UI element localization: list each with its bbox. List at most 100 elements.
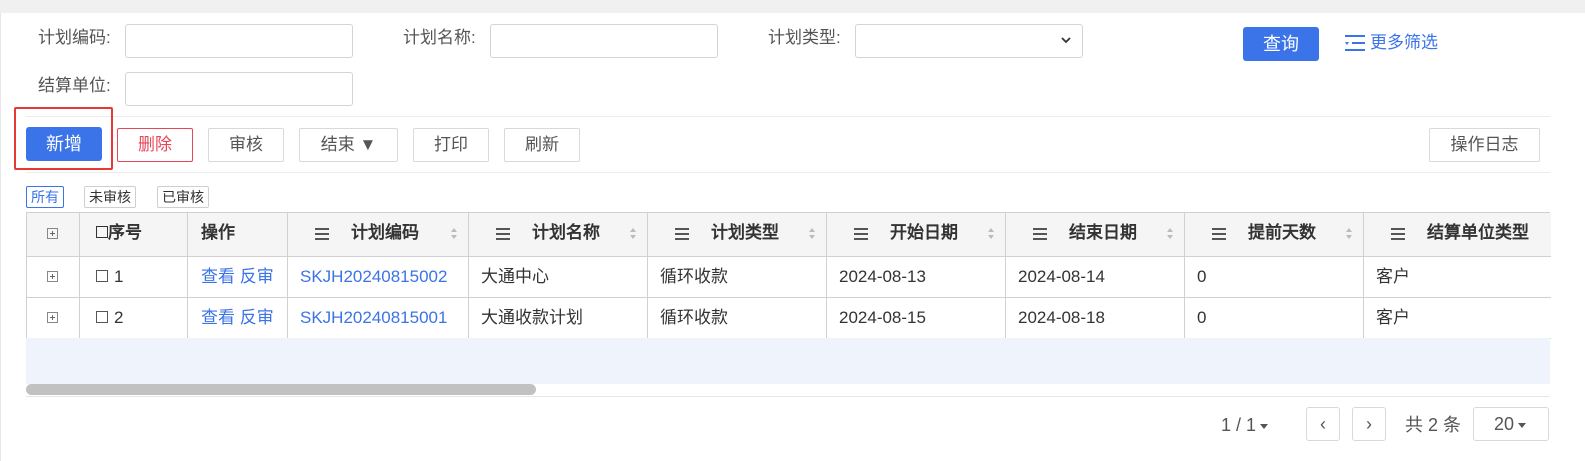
checkbox-icon[interactable] [96,311,108,324]
header-name[interactable]: 计划名称 [469,213,648,257]
pager-divider [26,396,1550,397]
page-size-select[interactable]: 20 [1473,407,1549,441]
expand-icon [47,228,58,239]
plan-code-input[interactable] [125,24,353,58]
header-seq: 序号 [80,213,188,257]
next-page-button[interactable]: › [1352,407,1386,441]
row-expand[interactable] [27,257,80,298]
checkbox-icon[interactable] [96,270,108,283]
plan-name-input[interactable] [490,24,718,58]
more-filter-link[interactable]: 更多筛选 [1344,31,1438,55]
table-cell-op: 查看 反审 [188,298,288,339]
column-menu-icon[interactable] [1033,227,1047,240]
page-indicator[interactable]: 1 / 1 [1221,413,1269,437]
tab-all[interactable]: 所有 [26,186,64,208]
add-button[interactable]: 新增 [26,127,102,161]
operation-log-button[interactable]: 操作日志 [1429,128,1540,162]
table-cell-end: 2024-08-18 [1006,298,1185,339]
header-op: 操作 [188,213,288,257]
settle-unit-label: 结算单位: [38,76,111,95]
header-type[interactable]: 计划类型 [648,213,827,257]
page-indicator-label: 1 / 1 [1221,415,1257,435]
caret-down-icon [1518,422,1527,428]
horizontal-scrollbar-thumb[interactable] [26,384,536,395]
column-menu-icon[interactable] [315,227,329,240]
table-cell-code[interactable]: SKJH20240815001 [288,298,469,339]
table-cell-seq: 1 [80,257,188,298]
header-advance-label: 提前天数 [1248,223,1316,242]
table-cell-start: 2024-08-13 [827,257,1006,298]
plan-code-label: 计划编码: [38,28,111,47]
prev-page-button[interactable]: ‹ [1306,407,1340,441]
page-size-label: 20 [1494,414,1515,434]
table-cell-start: 2024-08-15 [827,298,1006,339]
print-button[interactable]: 打印 [413,128,489,162]
header-start-label: 开始日期 [890,223,958,242]
row-seq: 2 [114,308,124,327]
column-menu-icon[interactable] [1391,227,1405,240]
tab-audited[interactable]: 已审核 [157,186,209,208]
header-name-label: 计划名称 [532,223,600,242]
sort-icon[interactable] [450,227,458,240]
column-menu-icon[interactable] [496,227,510,240]
expand-all-header[interactable] [27,213,80,257]
refresh-button[interactable]: 刷新 [504,128,580,162]
sort-icon[interactable] [987,227,995,240]
plan-type-label: 计划类型: [768,28,841,47]
delete-button[interactable]: 删除 [117,128,193,162]
header-unit-type-label: 结算单位类型 [1427,223,1529,242]
header-code[interactable]: 计划编码 [288,213,469,257]
table-cell-type: 循环收款 [648,298,827,339]
plan-type-select[interactable] [855,24,1083,58]
row-seq: 1 [114,267,124,286]
query-button[interactable]: 查询 [1243,27,1319,61]
header-end[interactable]: 结束日期 [1006,213,1185,257]
more-filter-label: 更多筛选 [1370,33,1438,52]
audit-button[interactable]: 审核 [208,128,284,162]
header-type-label: 计划类型 [711,223,779,242]
expand-icon [47,312,58,323]
header-seq-label: 序号 [108,223,142,242]
table-cell-op: 查看 反审 [188,257,288,298]
table-cell-seq: 2 [80,298,188,339]
checkbox-icon[interactable] [96,226,108,239]
sort-icon[interactable] [629,227,637,240]
table-cell-code[interactable]: SKJH20240815002 [288,257,469,298]
filter-list-icon [1345,35,1365,51]
sort-icon[interactable] [1345,227,1353,240]
finish-dropdown-button[interactable]: 结束 ▼ [299,128,398,162]
view-link[interactable]: 查看 [201,308,235,327]
settle-unit-input[interactable] [125,72,353,106]
header-start[interactable]: 开始日期 [827,213,1006,257]
unaudit-link[interactable]: 反审 [240,267,274,286]
header-unit-type[interactable]: 结算单位类型 [1364,213,1551,257]
unaudit-link[interactable]: 反审 [240,308,274,327]
total-count: 共 2 条 [1405,415,1462,435]
chevron-down-icon [1061,37,1071,44]
header-advance[interactable]: 提前天数 [1185,213,1364,257]
table-cell-name: 大通收款计划 [469,298,648,339]
column-menu-icon[interactable] [675,227,689,240]
sort-icon[interactable] [1166,227,1174,240]
tab-unaudited[interactable]: 未审核 [84,186,136,208]
header-end-label: 结束日期 [1069,223,1137,242]
table-cell-type: 循环收款 [648,257,827,298]
table-cell-end: 2024-08-14 [1006,257,1185,298]
table-cell-advance: 0 [1185,298,1364,339]
table-cell-advance: 0 [1185,257,1364,298]
toolbar-divider [26,172,1550,173]
filter-divider [26,116,1550,117]
top-bar [0,0,1585,13]
caret-down-icon [1260,423,1269,429]
expand-icon [47,271,58,282]
column-menu-icon[interactable] [1212,227,1226,240]
table-cell-unit-type: 客户 [1364,257,1551,298]
sort-icon[interactable] [808,227,816,240]
view-link[interactable]: 查看 [201,267,235,286]
row-expand[interactable] [27,298,80,339]
header-code-label: 计划编码 [351,223,419,242]
data-table: 序号 操作 计划编码 计划名称 计划类型 开始日期 结束日期 提前天数 结算单位… [26,212,1551,339]
column-menu-icon[interactable] [854,227,868,240]
table-cell-unit-type: 客户 [1364,298,1551,339]
left-border [0,13,1,461]
